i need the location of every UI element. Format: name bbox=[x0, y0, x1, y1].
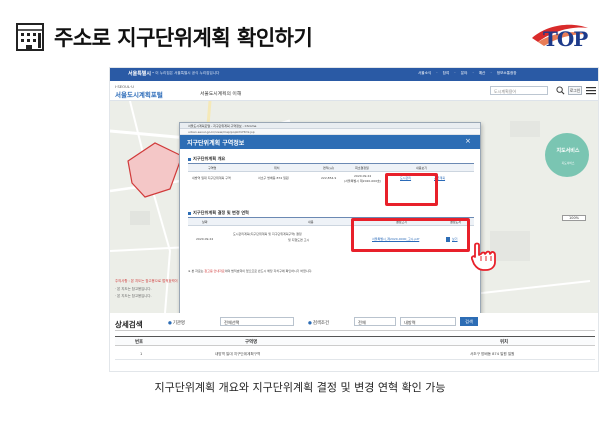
col-header: 번호 bbox=[135, 340, 144, 345]
pointing-hand-icon bbox=[471, 242, 496, 271]
keyword-input[interactable]: 내방역 bbox=[400, 317, 456, 326]
popup-title: 지구단위계획 구역정보 bbox=[187, 140, 245, 147]
popup-window-title: 서울도시계획포털 - 지구단위계획 구역정보 - Chrome bbox=[188, 124, 257, 128]
overview-title-text: 지구단위계획 개요 bbox=[193, 156, 226, 161]
district-location: 서초구 방배동 874 일원 bbox=[258, 176, 289, 180]
col-header: 내용 bbox=[308, 220, 314, 224]
table-row[interactable]: 1 내방역 일대 지구단위계획구역 서초구 방배동 874 일원 일원 bbox=[115, 350, 595, 360]
district-name: 내방역 일대 지구단위계획 구역 bbox=[192, 176, 231, 180]
login-button[interactable]: 로그인 bbox=[568, 86, 582, 95]
slide-caption: 지구단위계획 개요와 지구단위계획 결정 및 변경 연혁 확인 가능 bbox=[154, 381, 446, 394]
popup-notice: ※ 본 자료는 참고용 안내자료이며 법적효력이 없으므로 반드시 해당 자치구… bbox=[188, 269, 312, 273]
map-area[interactable]: 주의사항 : 본 지도는 참고용으로 법적효력이 없습니다. · 본 지도는 참… bbox=[110, 101, 598, 313]
history-content: 및 지형도면 고시 bbox=[288, 238, 310, 242]
bullet-icon: ● bbox=[168, 321, 172, 326]
menu-icon[interactable] bbox=[586, 86, 596, 95]
detail-search-title: 상세검색 bbox=[115, 320, 143, 329]
first-decision-date: 2020.09.24 bbox=[354, 174, 372, 178]
site-logo[interactable]: 서울도시계획포털 bbox=[115, 89, 163, 99]
col-header: 날짜 bbox=[202, 220, 208, 224]
site-search-input[interactable]: 도시계획용어 bbox=[490, 86, 548, 95]
close-icon[interactable]: × bbox=[465, 137, 471, 145]
gov-notice: • 이 누리집은 서울특별시 공식 누리집입니다 bbox=[152, 71, 220, 75]
org-label: ●기관명 bbox=[168, 320, 185, 326]
col-header: 위치 bbox=[500, 340, 509, 345]
zoom-level[interactable]: 100% bbox=[562, 215, 586, 221]
notice-suffix: 이며 법적효력이 없으므로 반드시 해당 자치구에 확인하시기 바랍니다. bbox=[224, 269, 313, 273]
bullet-icon bbox=[188, 211, 191, 215]
popup-url[interactable]: urban.seoul.go.kr/view/map/popInfoHtml.j… bbox=[188, 130, 255, 134]
gov-bar: 서울특별시 • 이 누리집은 서울특별시 공식 누리집입니다 서울소식 · 참여… bbox=[110, 68, 598, 81]
gov-links[interactable]: 서울소식 · 참여 · 분야 · 예산 · 정보소통광장 bbox=[418, 71, 517, 76]
history-title-text: 지구단위계획 결정 및 변경 연혁 bbox=[193, 210, 249, 215]
org-label-text: 기관명 bbox=[172, 321, 185, 326]
highlight-box-view-links bbox=[385, 173, 438, 206]
col-header: 내용보기 bbox=[416, 166, 428, 170]
notice-highlight: 참고용 안내자료 bbox=[204, 269, 225, 273]
notice-prefix: ※ 본 자료는 bbox=[188, 269, 205, 273]
org-select[interactable]: 전체선택 bbox=[220, 317, 294, 326]
search-button[interactable]: 검색 bbox=[460, 317, 478, 326]
bullet-icon bbox=[188, 157, 191, 161]
row-location: 서초구 방배동 874 일원 일원 bbox=[470, 352, 515, 356]
first-decision-gazette: (서울특별시 제2020-000호) bbox=[344, 179, 382, 183]
divider bbox=[115, 330, 595, 331]
browser-screenshot: 서울특별시 • 이 누리집은 서울특별시 공식 누리집입니다 서울소식 · 참여… bbox=[109, 67, 599, 372]
highlight-box-history bbox=[351, 218, 470, 252]
map-service-label[interactable]: 지도서비스 bbox=[551, 148, 585, 154]
cond-label: ●검색조건 bbox=[308, 320, 329, 326]
popup-header: 지구단위계획 구역정보 × bbox=[180, 135, 480, 149]
row-number: 1 bbox=[140, 352, 143, 356]
bullet-icon: ● bbox=[308, 321, 312, 326]
history-content: 도시관리계획(지구단위계획 및 지구단위계획구역) 결정 bbox=[233, 232, 302, 236]
nav-item-understanding[interactable]: 서울도시계획의 이해 bbox=[200, 90, 241, 97]
col-header: 면적(㎡) bbox=[323, 166, 334, 170]
row-district-name[interactable]: 내방역 일대 지구단위계획구역 bbox=[215, 352, 260, 357]
site-header: I·SEOUL·U 서울도시계획포털 서울도시계획의 이해 도시계획용어 로그인 bbox=[110, 81, 598, 101]
history-section-title: 지구단위계획 결정 및 변경 연혁 bbox=[188, 210, 249, 216]
top-logo-text: TOP bbox=[543, 27, 588, 51]
results-header: 번호 구역명 위치 bbox=[115, 336, 595, 346]
col-header: 최초결정일 bbox=[355, 166, 369, 170]
overview-section-title: 지구단위계획 개요 bbox=[188, 156, 225, 162]
search-icon[interactable] bbox=[556, 86, 565, 95]
col-header: 위치 bbox=[274, 166, 280, 170]
slide-header: 주소로 지구단위계획 확인하기 TOP bbox=[0, 0, 600, 62]
cond-select[interactable]: 전체 bbox=[354, 317, 396, 326]
slide-title: 주소로 지구단위계획 확인하기 bbox=[54, 26, 313, 50]
col-header: 구역명 bbox=[208, 166, 217, 170]
history-date: 2020.09.24 bbox=[196, 237, 214, 241]
building-icon bbox=[16, 23, 44, 51]
map-note: · 본 지도는 참고용입니다. bbox=[115, 287, 152, 291]
map-service-sublabel: 지도서비스 bbox=[561, 161, 575, 165]
district-area: 222,854.9 bbox=[321, 176, 337, 180]
col-header: 구역명 bbox=[245, 340, 258, 345]
cond-label-text: 검색조건 bbox=[312, 321, 330, 326]
map-service-button[interactable] bbox=[545, 133, 589, 177]
map-note: · 본 지도는 참고용입니다. bbox=[115, 294, 152, 298]
gov-logo[interactable]: 서울특별시 bbox=[128, 70, 151, 77]
